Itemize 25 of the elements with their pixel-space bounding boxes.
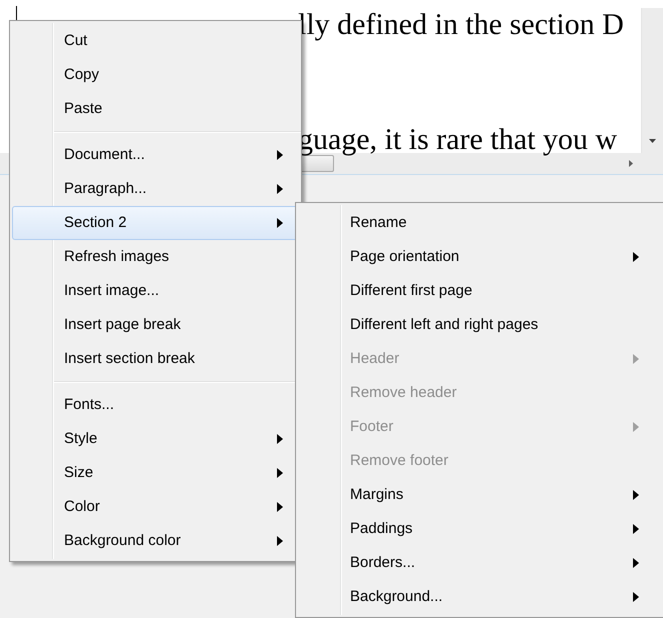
- vertical-scrollbar[interactable]: [641, 8, 663, 153]
- menu-item[interactable]: Page orientation: [298, 240, 662, 274]
- menu-item[interactable]: Paragraph...: [12, 172, 299, 206]
- menu-item[interactable]: Different first page: [298, 274, 662, 308]
- menu-item[interactable]: Paddings: [298, 512, 662, 546]
- menu-item[interactable]: Borders...: [298, 546, 662, 580]
- menu-item[interactable]: Document...: [12, 138, 299, 172]
- menu-item[interactable]: Margins: [298, 478, 662, 512]
- menu-item[interactable]: Insert page break: [12, 308, 299, 342]
- menu-item[interactable]: Rename: [298, 206, 662, 240]
- menu-item[interactable]: Size: [12, 456, 299, 490]
- menu-item[interactable]: Style: [12, 422, 299, 456]
- menu-item[interactable]: Background color: [12, 524, 299, 558]
- menu-item[interactable]: Insert section break: [12, 342, 299, 376]
- menu-item[interactable]: Insert image...: [12, 274, 299, 308]
- scroll-down-icon[interactable]: [649, 139, 656, 143]
- menu-item[interactable]: Background...: [298, 580, 662, 614]
- menu-item[interactable]: Fonts...: [12, 388, 299, 422]
- menu-item[interactable]: Cut: [12, 24, 299, 58]
- menu-item[interactable]: Refresh images: [12, 240, 299, 274]
- scroll-right-icon[interactable]: [629, 160, 633, 167]
- menu-item[interactable]: Paste: [12, 92, 299, 126]
- menu-item[interactable]: Different left and right pages: [298, 308, 662, 342]
- menu-item[interactable]: Color: [12, 490, 299, 524]
- menu-item[interactable]: Copy: [12, 58, 299, 92]
